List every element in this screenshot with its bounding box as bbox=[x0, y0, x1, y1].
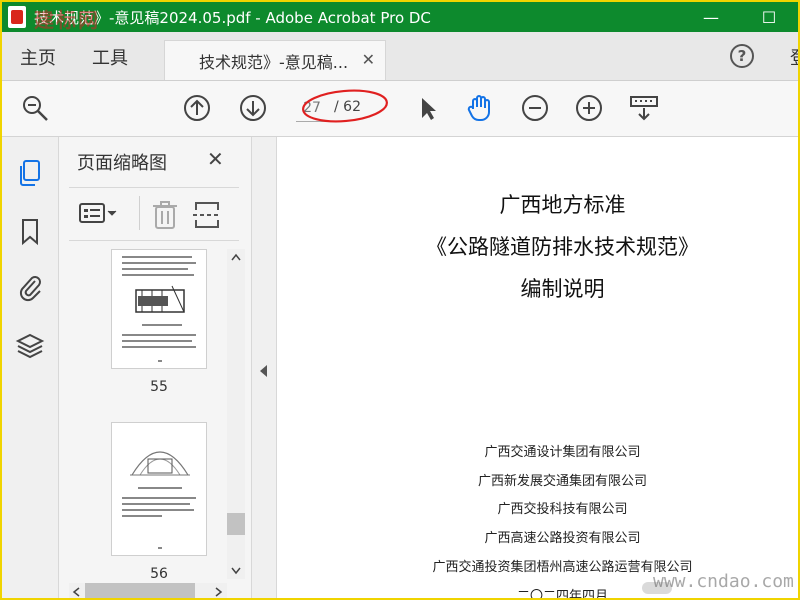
thumbnail-vertical-scrollbar[interactable] bbox=[227, 249, 245, 579]
minimize-button[interactable]: — bbox=[682, 2, 740, 32]
document-tab-label: 技术规范》-意见稿... bbox=[199, 52, 349, 72]
document-heading-line: 广西地方标准 bbox=[499, 193, 626, 217]
page-thumbnails-panel: 页面缩略图 ✕ 55 56 bbox=[59, 137, 252, 598]
attachment-paperclip-icon[interactable] bbox=[14, 271, 46, 303]
thumbnail-text-line bbox=[158, 360, 162, 362]
thumbnail-text-line bbox=[138, 487, 182, 489]
app-window: 技术规范》-意见稿2024.05.pdf - Adobe Acrobat Pro… bbox=[0, 0, 800, 600]
document-heading-line: 编制说明 bbox=[520, 277, 605, 301]
thumbnail-drawing bbox=[135, 285, 185, 313]
thumbnail-text-line bbox=[122, 503, 190, 505]
delete-page-icon[interactable] bbox=[151, 200, 179, 234]
thumbnail-drawing bbox=[130, 451, 190, 476]
sign-in-button[interactable]: 登 bbox=[790, 44, 798, 70]
page-thumbnail[interactable] bbox=[111, 249, 207, 369]
home-menu[interactable]: 主页 bbox=[20, 44, 56, 70]
scroll-up-icon[interactable] bbox=[231, 253, 241, 261]
scrollbar-thumb[interactable] bbox=[227, 513, 245, 535]
document-tab[interactable]: 技术规范》-意见稿... ✕ bbox=[164, 40, 386, 80]
collapse-panel-icon[interactable] bbox=[260, 365, 268, 377]
page-thumbnail[interactable] bbox=[111, 422, 207, 556]
zoom-search-icon[interactable] bbox=[20, 93, 50, 123]
select-pointer-icon[interactable] bbox=[412, 93, 442, 123]
tools-menu[interactable]: 工具 bbox=[92, 44, 128, 70]
left-tool-rail bbox=[2, 137, 59, 598]
document-page: 广西地方标准 《公路隧道防排水技术规范》 编制说明 广西交通设计集团有限公司 广… bbox=[277, 137, 798, 600]
thumbnail-text-line bbox=[122, 334, 196, 336]
thumbnail-text-line bbox=[122, 497, 196, 499]
thumbnail-horizontal-scrollbar[interactable] bbox=[69, 583, 227, 598]
organization-name: 广西交通设计集团有限公司 bbox=[484, 445, 641, 460]
title-bar: 技术规范》-意见稿2024.05.pdf - Adobe Acrobat Pro… bbox=[2, 2, 798, 32]
scroll-left-icon[interactable] bbox=[72, 587, 80, 597]
toolbar: / 62 bbox=[2, 81, 798, 137]
watermark-smudge bbox=[642, 582, 672, 594]
page-number-input[interactable] bbox=[296, 95, 328, 122]
extract-pages-icon[interactable] bbox=[193, 200, 223, 234]
thumbnail-page-number: 55 bbox=[150, 379, 168, 395]
scrollbar-thumb[interactable] bbox=[85, 583, 195, 598]
total-pages: / 62 bbox=[334, 99, 361, 115]
close-panel-icon[interactable]: ✕ bbox=[207, 147, 224, 171]
maximize-button[interactable]: ☐ bbox=[740, 2, 798, 32]
next-page-icon[interactable] bbox=[238, 93, 268, 123]
thumbnail-text-line bbox=[122, 340, 192, 342]
thumbnail-text-line bbox=[122, 262, 196, 264]
document-heading-line: 《公路隧道防排水技术规范》 bbox=[426, 235, 699, 259]
thumbnail-page-number: 56 bbox=[150, 566, 168, 582]
bookmark-icon[interactable] bbox=[14, 215, 46, 247]
organization-name: 广西交通投资集团梧州高速公路运营有限公司 bbox=[432, 560, 693, 575]
tab-bar: 主页 工具 技术规范》-意见稿... ✕ ? 登 bbox=[2, 32, 798, 81]
thumbnail-text-line bbox=[122, 274, 194, 276]
previous-page-icon[interactable] bbox=[182, 93, 212, 123]
panel-splitter[interactable] bbox=[252, 137, 277, 598]
thumbnail-text-line bbox=[122, 256, 192, 258]
organization-name: 广西高速公路投资有限公司 bbox=[484, 531, 641, 546]
thumbnail-text-line bbox=[158, 547, 162, 549]
scroll-down-icon[interactable] bbox=[231, 567, 241, 575]
thumbnail-text-line bbox=[122, 509, 194, 511]
thumbnail-text-line bbox=[142, 324, 182, 326]
toolbar-divider bbox=[139, 196, 140, 230]
thumbnail-options-icon[interactable] bbox=[79, 202, 119, 230]
panel-toolbar bbox=[69, 187, 239, 241]
window-title: 技术规范》-意见稿2024.05.pdf - Adobe Acrobat Pro… bbox=[34, 8, 431, 27]
document-date: 二〇二四年四月 bbox=[516, 589, 608, 600]
hand-tool-icon[interactable] bbox=[465, 93, 495, 123]
organization-name: 广西新发展交通集团有限公司 bbox=[477, 474, 647, 489]
organization-name: 广西交投科技有限公司 bbox=[497, 502, 628, 517]
zoom-in-icon[interactable] bbox=[574, 93, 604, 123]
close-tab-icon[interactable]: ✕ bbox=[362, 50, 375, 69]
panel-title: 页面缩略图 bbox=[77, 153, 167, 174]
zoom-out-icon[interactable] bbox=[520, 93, 550, 123]
acrobat-pdf-icon bbox=[8, 6, 26, 28]
thumbnail-text-line bbox=[122, 515, 162, 517]
layers-icon[interactable] bbox=[14, 330, 46, 362]
help-button[interactable]: ? bbox=[730, 44, 754, 68]
page-thumbnails-icon[interactable] bbox=[14, 157, 46, 189]
window-controls: — ☐ bbox=[682, 2, 798, 32]
thumbnail-text-line bbox=[122, 268, 188, 270]
keyboard-scroll-icon[interactable] bbox=[629, 93, 659, 123]
thumbnail-text-line bbox=[122, 346, 196, 348]
scroll-right-icon[interactable] bbox=[215, 587, 223, 597]
